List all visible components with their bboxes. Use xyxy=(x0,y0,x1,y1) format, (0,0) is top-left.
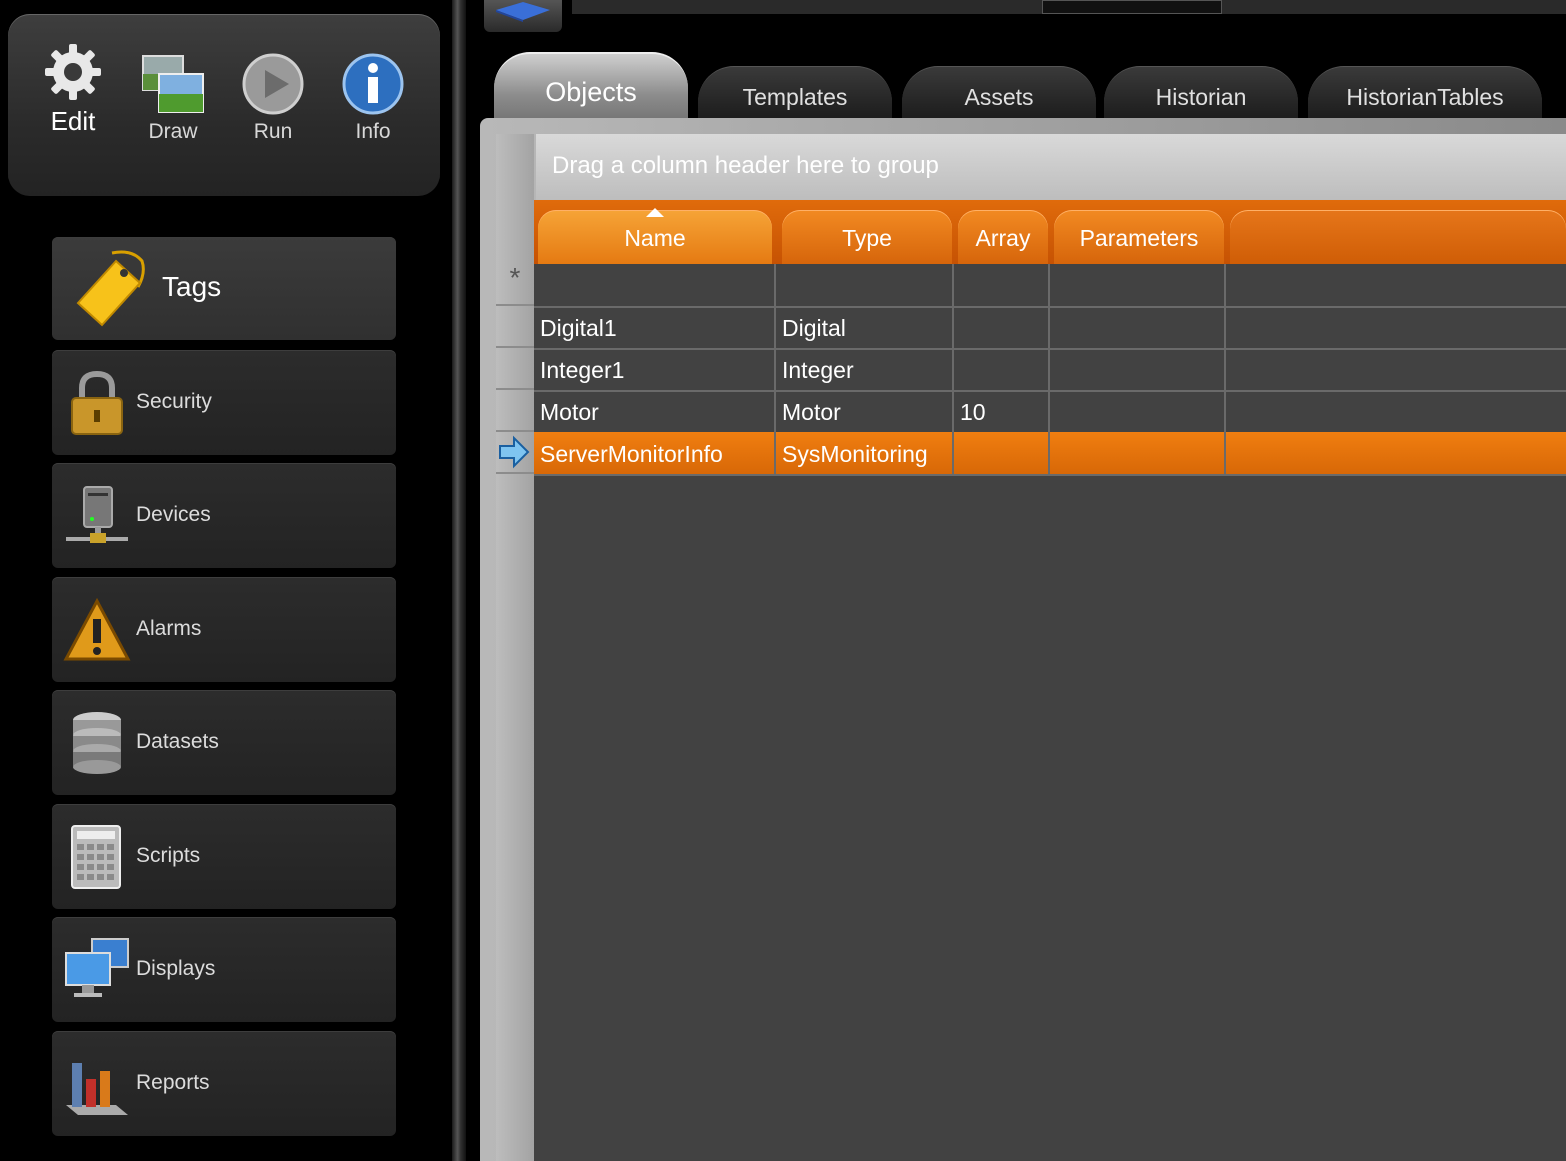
sidebar-item-security[interactable]: Security xyxy=(52,350,396,455)
tab-historian[interactable]: Historian xyxy=(1104,66,1298,123)
mode-bar: Edit Draw Run Info xyxy=(8,14,440,196)
sidebar-item-label: Tags xyxy=(162,271,222,302)
tab-label: HistorianTables xyxy=(1346,84,1504,110)
cell-parameters[interactable] xyxy=(1050,390,1226,432)
sort-ascending-icon xyxy=(646,208,664,217)
sidebar-item-label: Displays xyxy=(136,957,216,980)
new-row[interactable] xyxy=(534,264,1566,308)
warning-icon xyxy=(63,597,131,661)
column-header-name[interactable]: Name xyxy=(538,208,772,264)
pictures-icon xyxy=(142,55,204,113)
tab-label: Historian xyxy=(1155,84,1247,110)
monitors-icon xyxy=(65,938,129,997)
bar-chart-icon xyxy=(66,1063,128,1115)
tab-label: Assets xyxy=(964,84,1034,110)
mode-draw-button[interactable]: Draw xyxy=(128,52,218,144)
sidebar-item-label: Datasets xyxy=(136,730,219,753)
cell-name[interactable]: Integer1 xyxy=(534,348,776,390)
cell-array[interactable] xyxy=(954,432,1050,474)
cell-array[interactable] xyxy=(954,306,1050,348)
cell-type[interactable]: Motor xyxy=(776,390,954,432)
column-header-parameters[interactable]: Parameters xyxy=(1054,210,1224,264)
info-icon xyxy=(342,53,404,115)
cell-parameters[interactable] xyxy=(1050,348,1226,390)
cell-name[interactable]: Digital1 xyxy=(534,306,776,348)
cell-type[interactable]: Digital xyxy=(776,306,954,348)
database-icon xyxy=(73,712,121,774)
mode-label: Run xyxy=(253,120,293,143)
current-row-arrow-icon xyxy=(499,435,530,469)
sidebar-item-label: Security xyxy=(136,390,212,413)
sidebar-item-reports[interactable]: Reports xyxy=(52,1031,396,1136)
table-row[interactable]: Integer1 Integer xyxy=(534,348,1566,392)
new-row-marker: * xyxy=(496,264,534,306)
group-by-area[interactable]: Drag a column header here to group xyxy=(536,134,1566,200)
tab-historiantables[interactable]: HistorianTables xyxy=(1308,66,1542,123)
cell-name[interactable]: ServerMonitorInfo xyxy=(534,432,776,474)
cell-name[interactable] xyxy=(534,264,776,306)
tag-icon xyxy=(76,250,145,327)
sidebar-item-scripts[interactable]: Scripts xyxy=(52,804,396,909)
row-marker-current xyxy=(496,432,534,474)
server-icon xyxy=(66,486,128,543)
sidebar-item-label: Scripts xyxy=(136,844,201,867)
cell-array[interactable] xyxy=(954,264,1050,306)
table-row[interactable]: Digital1 Digital xyxy=(534,306,1566,350)
left-panel: Edit Draw Run Info Tags Security Devices… xyxy=(0,0,452,1161)
sidebar-item-tags[interactable]: Tags xyxy=(52,237,396,340)
tab-label: Objects xyxy=(545,77,637,107)
sidebar-item-devices[interactable]: Devices xyxy=(52,463,396,568)
column-header-filler xyxy=(1230,210,1566,264)
cell-type[interactable]: Integer xyxy=(776,348,954,390)
row-marker xyxy=(496,348,534,390)
mode-info-button[interactable]: Info xyxy=(328,52,418,144)
sidebar-item-label: Alarms xyxy=(136,617,202,640)
lock-icon xyxy=(71,370,123,435)
sidebar-item-label: Devices xyxy=(136,503,211,526)
panel-splitter[interactable] xyxy=(452,0,466,1161)
column-header-label: Type xyxy=(842,225,892,251)
mode-run-button[interactable]: Run xyxy=(228,52,318,144)
mode-label: Edit xyxy=(50,106,96,136)
cell-parameters[interactable] xyxy=(1050,432,1226,474)
table-row[interactable]: Motor Motor 10 xyxy=(534,390,1566,434)
cell-name[interactable]: Motor xyxy=(534,390,776,432)
cell-array[interactable]: 10 xyxy=(954,390,1050,432)
column-header-type[interactable]: Type xyxy=(782,210,952,264)
grid-header-row: Name Type Array Parameters xyxy=(534,200,1566,264)
sidebar-item-displays[interactable]: Displays xyxy=(52,917,396,1022)
cell-parameters[interactable] xyxy=(1050,306,1226,348)
cell-parameters[interactable] xyxy=(1050,264,1226,306)
toolbar-home-button[interactable] xyxy=(484,0,562,32)
gear-icon xyxy=(45,44,101,100)
sidebar-item-alarms[interactable]: Alarms xyxy=(52,577,396,682)
toolbar xyxy=(466,0,1566,36)
tab-label: Templates xyxy=(742,84,848,110)
table-row-selected[interactable]: ServerMonitorInfo SysMonitoring xyxy=(534,432,1566,476)
mode-edit-button[interactable]: Edit xyxy=(28,40,118,137)
cell-array[interactable] xyxy=(954,348,1050,390)
sidebar-item-datasets[interactable]: Datasets xyxy=(52,690,396,795)
tab-objects[interactable]: Objects xyxy=(494,52,688,128)
mode-label: Info xyxy=(355,120,391,143)
column-header-label: Parameters xyxy=(1079,225,1199,251)
tab-templates[interactable]: Templates xyxy=(698,66,892,123)
column-header-array[interactable]: Array xyxy=(958,210,1048,264)
group-hint-text: Drag a column header here to group xyxy=(552,152,939,179)
calculator-icon xyxy=(71,825,121,889)
cell-type[interactable] xyxy=(776,264,954,306)
row-marker xyxy=(496,390,534,432)
toolbar-search-input[interactable] xyxy=(1042,0,1222,14)
row-marker xyxy=(496,306,534,348)
play-icon xyxy=(242,53,304,115)
cube-icon xyxy=(496,2,550,22)
tab-assets[interactable]: Assets xyxy=(902,66,1096,123)
column-header-label: Name xyxy=(624,225,686,251)
main-panel: Objects Templates Assets Historian Histo… xyxy=(466,0,1566,1161)
column-header-label: Array xyxy=(975,225,1031,251)
cell-type[interactable]: SysMonitoring xyxy=(776,432,954,474)
sidebar-item-label: Reports xyxy=(136,1071,210,1094)
mode-label: Draw xyxy=(148,120,198,143)
